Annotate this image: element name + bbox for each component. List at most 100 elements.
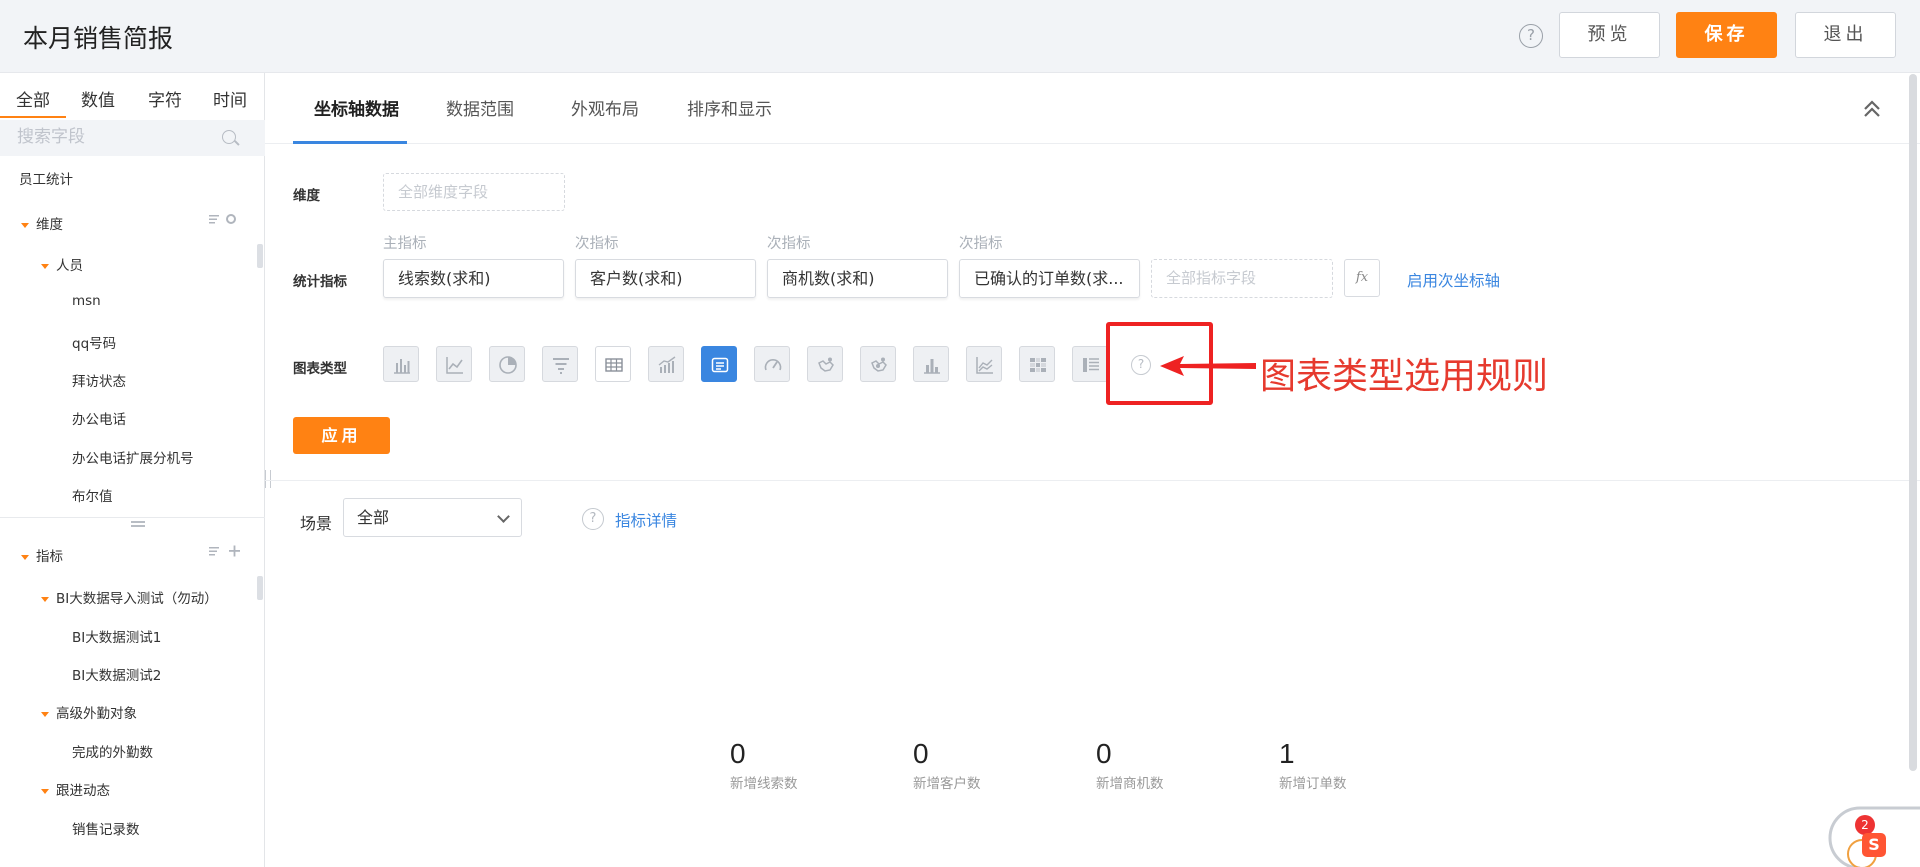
- sort-add-icon[interactable]: [209, 545, 241, 560]
- tree-field[interactable]: 办公电话扩展分机号: [72, 447, 194, 467]
- app-header: 本月销售简报 ? 预览 保存 退出: [0, 0, 1920, 73]
- tree-field[interactable]: 销售记录数: [72, 818, 140, 838]
- field-tab-string[interactable]: 字符: [148, 86, 182, 111]
- tree-field[interactable]: 办公电话: [72, 408, 126, 428]
- tree-field[interactable]: msn: [72, 293, 101, 309]
- chart-type-label: 图表类型: [293, 361, 347, 377]
- tree-field[interactable]: 拜访状态: [72, 370, 126, 390]
- chevron-down-icon: [497, 510, 510, 523]
- chart-type-heat-map-icon[interactable]: [860, 346, 896, 382]
- tree-group-field-work[interactable]: 高级外勤对象: [41, 702, 137, 722]
- tree-group-label: 高级外勤对象: [56, 706, 137, 722]
- stat-label: 新增客户数: [913, 776, 981, 792]
- stat-value: 0: [730, 738, 746, 769]
- expand-triangle-icon: [41, 263, 49, 269]
- search-icon[interactable]: [222, 130, 236, 144]
- field-tab-time[interactable]: 时间: [213, 86, 247, 111]
- tree-group-follow-up[interactable]: 跟进动态: [41, 779, 110, 799]
- field-type-tabs: 全部 数值 字符 时间: [0, 73, 265, 119]
- dimension-label: 维度: [293, 188, 320, 204]
- stat-card: 0 新增客户数: [913, 738, 981, 792]
- tree-field[interactable]: 完成的外勤数: [72, 741, 153, 761]
- tree-scrollbar-thumb[interactable]: [257, 576, 263, 600]
- expand-triangle-icon: [41, 596, 49, 602]
- stat-label: 新增商机数: [1096, 776, 1164, 792]
- tab-data-range[interactable]: 数据范围: [446, 95, 514, 120]
- metric-caption-secondary: 次指标: [767, 236, 811, 252]
- help-icon[interactable]: ?: [1519, 24, 1543, 48]
- main-scrollbar[interactable]: [1909, 74, 1917, 771]
- stat-card: 1 新增订单数: [1279, 738, 1347, 792]
- chart-type-map-icon[interactable]: [807, 346, 843, 382]
- chart-type-gauge-icon[interactable]: [754, 346, 790, 382]
- chart-type-line-icon[interactable]: [436, 346, 472, 382]
- tab-sort-display[interactable]: 排序和显示: [687, 95, 772, 120]
- metric-chip-customers[interactable]: 客户数(求和): [575, 259, 756, 298]
- splitter-grip-icon[interactable]: [131, 521, 145, 527]
- stat-card: 0 新增线索数: [730, 738, 798, 792]
- tree-field[interactable]: BI大数据测试2: [72, 664, 161, 684]
- chart-type-funnel-icon[interactable]: [542, 346, 578, 382]
- scene-selected-value: 全部: [357, 508, 390, 527]
- metric-chip-opportunities[interactable]: 商机数(求和): [767, 259, 948, 298]
- metric-caption-primary: 主指标: [383, 236, 427, 252]
- config-main: 坐标轴数据 数据范围 外观布局 排序和显示 维度 全部维度字段 主指标 次指标 …: [265, 73, 1920, 867]
- field-search-input[interactable]: [17, 127, 217, 147]
- metric-chip-orders[interactable]: 已确认的订单数(求...: [959, 259, 1140, 298]
- metric-chip-leads[interactable]: 线索数(求和): [383, 259, 564, 298]
- chart-type-matrix-icon[interactable]: [1019, 346, 1055, 382]
- apply-button[interactable]: 应用: [293, 417, 390, 454]
- s-logo-icon[interactable]: S: [1862, 833, 1886, 857]
- metric-detail-link[interactable]: 指标详情: [615, 509, 677, 531]
- page-title: 本月销售简报: [23, 24, 174, 53]
- chart-type-indicator-card-icon[interactable]: [701, 346, 737, 382]
- tree-field[interactable]: qq号码: [72, 332, 116, 352]
- expand-triangle-icon: [21, 554, 29, 560]
- tree-scrollbar-thumb[interactable]: [257, 244, 263, 268]
- tree-group-label: 跟进动态: [56, 783, 110, 799]
- metric-caption-secondary: 次指标: [575, 236, 619, 252]
- tree-group-person[interactable]: 人员: [41, 254, 83, 274]
- sort-settings-icon[interactable]: [209, 213, 237, 228]
- panel-divider: [0, 517, 265, 518]
- expand-triangle-icon: [41, 711, 49, 717]
- dimension-drop-field[interactable]: 全部维度字段: [383, 173, 565, 211]
- tab-appearance[interactable]: 外观布局: [571, 95, 639, 120]
- metric-drop-field[interactable]: 全部指标字段: [1151, 259, 1333, 298]
- tree-group-dimension[interactable]: 维度: [21, 213, 63, 233]
- field-search-bar: [0, 120, 265, 156]
- field-tab-number[interactable]: 数值: [81, 86, 115, 111]
- active-tab-indicator: [293, 141, 407, 144]
- stat-label: 新增订单数: [1279, 776, 1347, 792]
- tree-group-metric[interactable]: 指标: [21, 545, 63, 565]
- tab-axis-data[interactable]: 坐标轴数据: [314, 95, 399, 120]
- stat-value: 1: [1279, 738, 1295, 769]
- tree-field[interactable]: 布尔值: [72, 485, 113, 505]
- chart-type-bar-icon[interactable]: [383, 346, 419, 382]
- config-tabs: 坐标轴数据 数据范围 外观布局 排序和显示: [265, 73, 1920, 144]
- formula-button[interactable]: fx: [1344, 259, 1380, 297]
- tree-group-bi-import[interactable]: BI大数据导入测试（勿动）: [41, 587, 218, 607]
- exit-button[interactable]: 退出: [1795, 12, 1896, 58]
- expand-triangle-icon: [41, 788, 49, 794]
- chart-type-table-icon[interactable]: [595, 346, 631, 382]
- save-button[interactable]: 保存: [1676, 12, 1777, 58]
- enable-secondary-axis-link[interactable]: 启用次坐标轴: [1407, 269, 1500, 291]
- chart-type-combo-icon[interactable]: [648, 346, 684, 382]
- preview-button[interactable]: 预览: [1559, 12, 1660, 58]
- metrics-label: 统计指标: [293, 274, 347, 290]
- collapse-up-icon[interactable]: [1862, 99, 1882, 119]
- chart-type-area-icon[interactable]: [966, 346, 1002, 382]
- expand-triangle-icon: [21, 222, 29, 228]
- field-tab-all[interactable]: 全部: [16, 86, 50, 111]
- metric-caption-secondary: 次指标: [959, 236, 1003, 252]
- stat-card: 0 新增商机数: [1096, 738, 1164, 792]
- scene-select[interactable]: 全部: [343, 498, 522, 537]
- scene-label: 场景: [300, 514, 333, 533]
- chart-type-histogram-icon[interactable]: [913, 346, 949, 382]
- info-icon[interactable]: ?: [582, 508, 604, 530]
- tree-field[interactable]: BI大数据测试1: [72, 626, 161, 646]
- field-panel: 全部 数值 字符 时间 员工统计 维度 人员 msn qq号码 拜访状态 办公电…: [0, 73, 265, 867]
- chart-type-pie-icon[interactable]: [489, 346, 525, 382]
- chart-type-pivot-table-icon[interactable]: [1072, 346, 1108, 382]
